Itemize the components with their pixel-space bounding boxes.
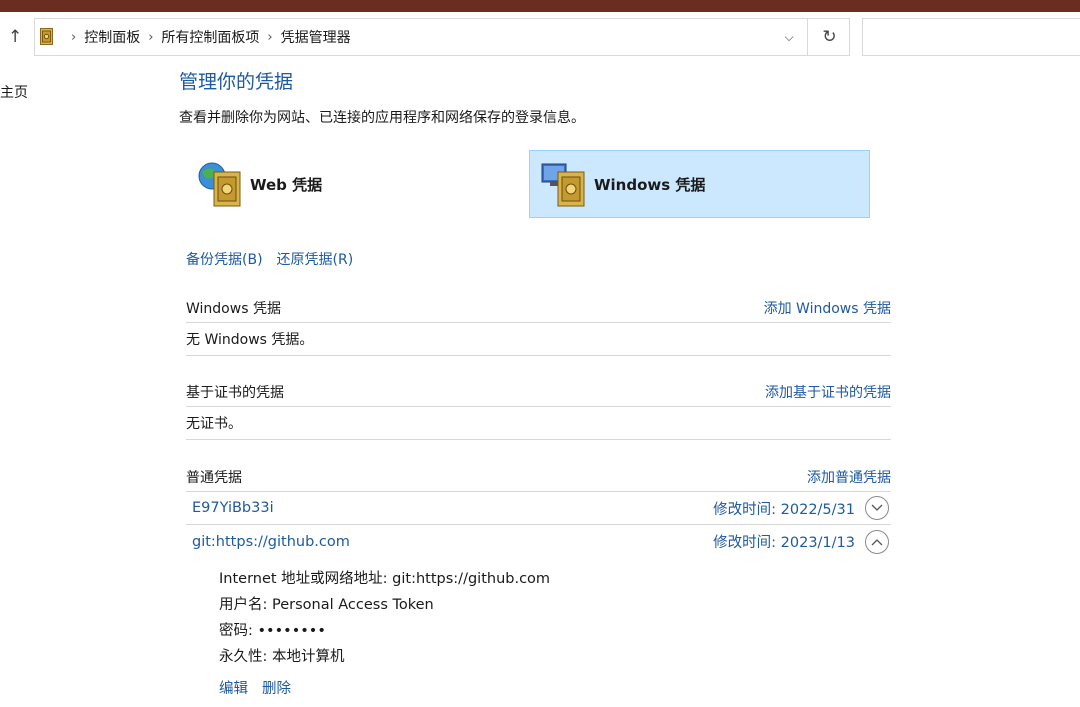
section-title: 普通凭据: [186, 469, 242, 486]
section-title: 基于证书的凭据: [186, 384, 284, 401]
navigation-bar: ↑ › 控制面板 › 所有控制面板项 › 凭据管理器 ⌵ ↻: [0, 12, 1080, 62]
expand-chevron-down-icon[interactable]: [865, 496, 889, 520]
breadcrumb-credential-manager[interactable]: 凭据管理器: [281, 27, 351, 47]
credential-row[interactable]: git:https://github.com 修改时间: 2023/1/13: [186, 525, 891, 558]
window-titlebar: [0, 0, 1080, 12]
windows-credentials-tab[interactable]: Windows 凭据: [529, 150, 870, 218]
windows-credentials-icon: [541, 163, 585, 207]
chevron-right-icon: ›: [71, 29, 77, 45]
credential-modified-date: 修改时间: 2022/5/31: [713, 501, 855, 518]
generic-credentials-section: 普通凭据 添加普通凭据 E97YiBb33i 修改时间: 2022/5/31 g…: [186, 462, 891, 707]
section-header: Windows 凭据 添加 Windows 凭据: [186, 293, 891, 323]
empty-message: 无 Windows 凭据。: [186, 323, 891, 356]
delete-credential-link[interactable]: 删除: [262, 677, 291, 698]
backup-credentials-link[interactable]: 备份凭据(B): [186, 249, 263, 269]
chevron-down-icon[interactable]: ⌵: [777, 19, 801, 55]
section-title: Windows 凭据: [186, 300, 281, 317]
detail-password: 密码: ••••••••: [219, 622, 326, 639]
detail-username: 用户名: Personal Access Token: [219, 596, 434, 613]
breadcrumb-all-items[interactable]: 所有控制面板项: [161, 27, 259, 47]
up-arrow-icon[interactable]: ↑: [8, 28, 22, 46]
backup-restore-links: 备份凭据(B) 还原凭据(R): [186, 249, 353, 269]
certificate-credentials-section: 基于证书的凭据 添加基于证书的凭据 无证书。: [186, 377, 891, 440]
empty-message: 无证书。: [186, 407, 891, 440]
web-credentials-icon: [198, 162, 241, 207]
credential-row[interactable]: E97YiBb33i 修改时间: 2022/5/31: [186, 492, 891, 525]
search-input[interactable]: [862, 18, 1080, 56]
sidebar-home-link[interactable]: 主页: [0, 82, 28, 102]
add-windows-credential-link[interactable]: 添加 Windows 凭据: [764, 298, 891, 318]
chevron-right-icon: ›: [148, 29, 154, 45]
page-description: 查看并删除你为网站、已连接的应用程序和网络保存的登录信息。: [179, 110, 585, 126]
edit-credential-link[interactable]: 编辑: [219, 677, 248, 698]
detail-actions: 编辑 删除: [219, 670, 891, 704]
credential-manager-icon: [40, 28, 53, 45]
chevron-right-icon: ›: [267, 29, 273, 45]
address-bar[interactable]: › 控制面板 › 所有控制面板项 › 凭据管理器 ⌵ ↻: [34, 18, 850, 56]
credential-name[interactable]: git:https://github.com: [192, 534, 350, 550]
breadcrumb: › 控制面板 › 所有控制面板项 › 凭据管理器: [63, 19, 351, 55]
section-header: 基于证书的凭据 添加基于证书的凭据: [186, 377, 891, 407]
restore-credentials-link[interactable]: 还原凭据(R): [277, 249, 354, 269]
detail-address: Internet 地址或网络地址: git:https://github.com: [219, 570, 551, 587]
add-certificate-credential-link[interactable]: 添加基于证书的凭据: [765, 382, 891, 402]
windows-credentials-section: Windows 凭据 添加 Windows 凭据 无 Windows 凭据。: [186, 293, 891, 356]
collapse-chevron-up-icon[interactable]: [865, 529, 889, 554]
breadcrumb-control-panel[interactable]: 控制面板: [84, 27, 140, 47]
windows-credentials-label: Windows 凭据: [594, 175, 706, 194]
add-generic-credential-link[interactable]: 添加普通凭据: [807, 467, 891, 487]
page-title: 管理你的凭据: [179, 71, 294, 93]
credential-modified-date: 修改时间: 2023/1/13: [713, 535, 855, 551]
web-credentials-tab[interactable]: Web 凭据: [186, 150, 486, 218]
section-header: 普通凭据 添加普通凭据: [186, 462, 891, 492]
refresh-icon[interactable]: ↻: [807, 19, 851, 55]
detail-persistence: 永久性: 本地计算机: [219, 648, 345, 665]
credential-details: Internet 地址或网络地址: git:https://github.com…: [186, 558, 891, 704]
web-credentials-label: Web 凭据: [250, 175, 323, 194]
credential-name[interactable]: E97YiBb33i: [192, 500, 274, 516]
